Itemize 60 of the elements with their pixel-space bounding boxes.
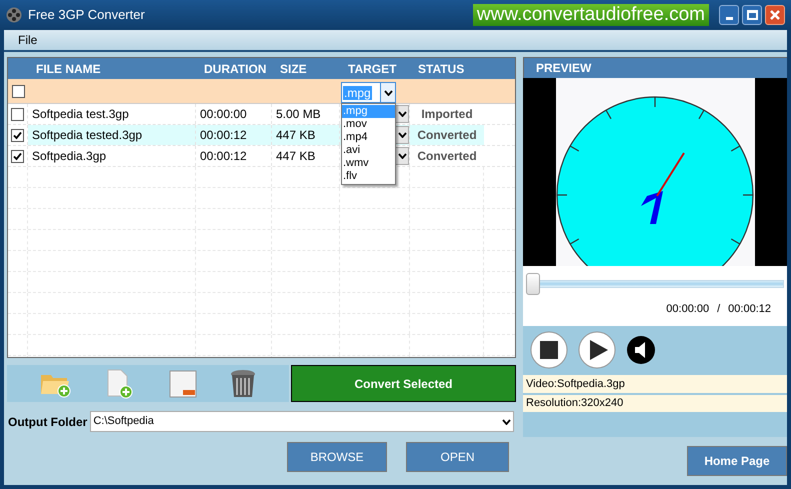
table-cell: 447 KB bbox=[272, 146, 340, 166]
table-cell: 5.00 MB bbox=[272, 104, 340, 124]
chevron-down-icon bbox=[398, 111, 406, 117]
output-folder-label: Output Folder bbox=[8, 414, 88, 430]
checkbox[interactable] bbox=[11, 128, 24, 142]
film-reel-icon bbox=[6, 7, 22, 23]
minimize-button[interactable] bbox=[719, 5, 739, 25]
dropdown-button[interactable] bbox=[395, 147, 409, 165]
table-cell: 00:00:00 bbox=[196, 104, 272, 124]
close-button[interactable] bbox=[765, 5, 785, 25]
home-page-button[interactable]: Home Page bbox=[687, 446, 787, 476]
video-info: Video:Softpedia.3gp bbox=[523, 375, 787, 393]
chevron-down-icon bbox=[398, 132, 406, 138]
column-header: DURATION bbox=[203, 60, 268, 78]
current-time: 00:00:00 bbox=[666, 302, 710, 317]
column-header: FILE NAME bbox=[35, 60, 102, 78]
table-cell: 447 KB bbox=[272, 125, 340, 145]
remove-icon[interactable] bbox=[168, 370, 197, 398]
dropdown-option[interactable]: .wmv bbox=[342, 157, 395, 170]
dropdown-option[interactable]: .mp4 bbox=[342, 131, 395, 144]
speaker-icon[interactable] bbox=[626, 335, 656, 365]
chevron-down-icon bbox=[502, 418, 511, 424]
panel-title: PREVIEW bbox=[536, 60, 592, 77]
chevron-down-icon bbox=[398, 153, 406, 159]
table-cell: Softpedia.3gp bbox=[28, 146, 196, 166]
total-time: 00:00:12 bbox=[728, 302, 771, 317]
chevron-down-icon bbox=[384, 90, 392, 96]
dropdown-option[interactable]: .flv bbox=[342, 170, 395, 183]
column-header: STATUS bbox=[417, 60, 466, 78]
table-cell-text: Converted bbox=[416, 127, 478, 144]
table-cell: 00:00:12 bbox=[196, 125, 272, 145]
dropdown-button[interactable] bbox=[395, 126, 409, 144]
time-separator: / bbox=[717, 302, 720, 317]
slider-thumb[interactable] bbox=[526, 273, 540, 295]
selected-value: .mpg bbox=[343, 86, 372, 100]
play-button[interactable] bbox=[578, 331, 616, 369]
table-cell-text: Imported bbox=[420, 106, 474, 123]
dropdown-button[interactable] bbox=[395, 105, 409, 123]
stop-button[interactable] bbox=[530, 331, 568, 369]
action-button[interactable]: OPEN bbox=[406, 442, 509, 472]
window-title: Free 3GP Converter bbox=[28, 6, 145, 24]
convert-selected-button[interactable]: Convert Selected bbox=[291, 365, 516, 402]
trash-icon[interactable] bbox=[230, 368, 256, 398]
column-header: SIZE bbox=[279, 60, 308, 78]
dropdown-option[interactable]: .avi bbox=[342, 144, 395, 157]
resolution-info: Resolution:320x240 bbox=[523, 395, 787, 412]
close-icon bbox=[769, 9, 781, 21]
maximize-button[interactable] bbox=[742, 5, 762, 25]
seek-slider[interactable] bbox=[526, 273, 784, 295]
output-folder-field[interactable]: C:\Softpedia bbox=[90, 411, 514, 432]
table-cell-text: Converted bbox=[416, 148, 478, 165]
menu-item[interactable]: File bbox=[18, 31, 38, 49]
action-button[interactable]: BROWSE bbox=[287, 442, 387, 472]
checkbox[interactable] bbox=[12, 84, 24, 98]
column-header: TARGET bbox=[347, 60, 398, 78]
table-cell: 00:00:12 bbox=[196, 146, 272, 166]
checkbox[interactable] bbox=[11, 150, 24, 162]
checkbox[interactable] bbox=[11, 108, 24, 120]
table-cell: Softpedia test.3gp bbox=[28, 104, 196, 124]
table-cell: Softpedia tested.3gp bbox=[28, 125, 196, 145]
